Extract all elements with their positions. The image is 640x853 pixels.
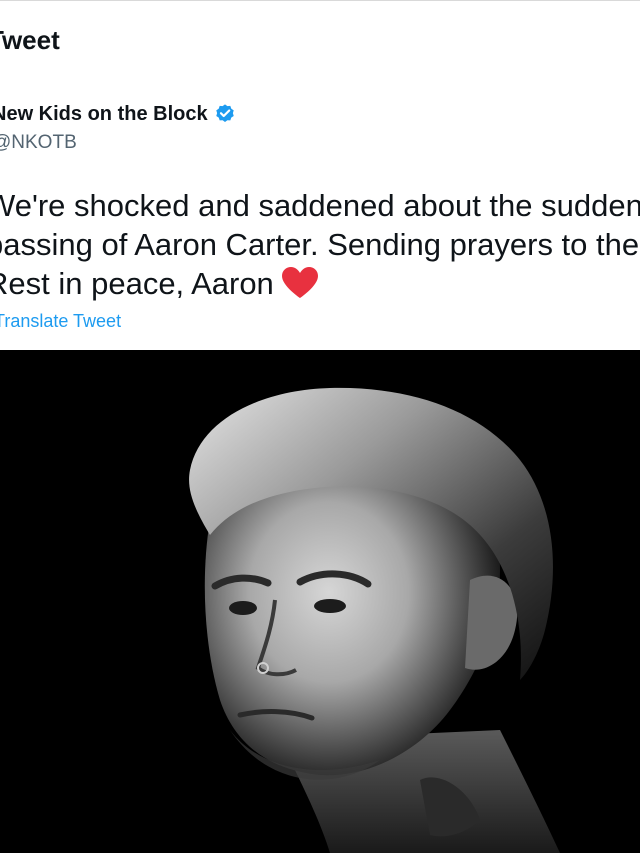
red-heart-icon [280,266,320,300]
tweet-text: We're shocked and saddened about the sud… [0,186,640,303]
author-name[interactable]: New Kids on the Block [0,103,208,126]
tweet-photo[interactable] [0,350,640,853]
author-handle[interactable]: @NKOTB [0,132,77,154]
author-row[interactable]: New Kids on the Block [0,101,236,127]
page-title: Tweet [0,25,60,55]
translate-tweet-link[interactable]: Translate Tweet [0,311,121,332]
tweet-text-line-2: passing of Aaron Carter. Sending prayers… [0,227,640,262]
tweet-screenshot: Tweet New Kids on the Block @NKOTB We're… [0,0,640,853]
tweet-card: Tweet New Kids on the Block @NKOTB We're… [0,0,640,351]
tweet-text-line-3-text: Rest in peace, Aaron [0,266,274,301]
tweet-text-line-3: Rest in peace, Aaron [0,264,640,303]
verified-badge-icon [214,103,236,125]
portrait-illustration [0,350,640,853]
tweet-text-line-1: We're shocked and saddened about the sud… [0,188,640,223]
